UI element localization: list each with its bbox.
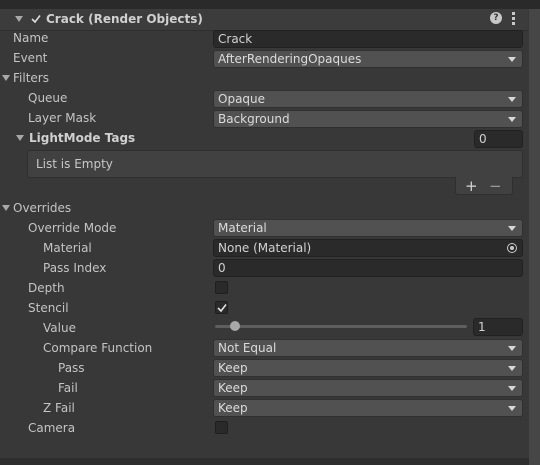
filters-label[interactable]: Filters — [13, 70, 49, 86]
fail-label: Fail — [58, 381, 78, 395]
kebab-menu-icon[interactable] — [512, 12, 515, 25]
lightmode-foldout-icon[interactable] — [16, 135, 24, 141]
override-mode-dropdown[interactable]: Material — [213, 219, 523, 237]
depth-checkbox[interactable] — [215, 281, 228, 294]
pass-label: Pass — [58, 361, 85, 375]
value-slider-thumb[interactable] — [230, 321, 241, 331]
queue-value: Opaque — [218, 92, 266, 106]
queue-label: Queue — [28, 91, 68, 105]
compare-function-value: Not Equal — [218, 341, 277, 355]
zfail-value: Keep — [218, 401, 248, 415]
checkmark-icon — [217, 304, 227, 313]
dropdown-arrow-icon — [508, 97, 516, 102]
value-field[interactable]: 1 — [473, 318, 523, 336]
override-mode-label: Override Mode — [28, 221, 117, 235]
dropdown-arrow-icon — [508, 366, 516, 371]
stencil-label: Stencil — [28, 301, 69, 315]
pass-dropdown[interactable]: Keep — [213, 359, 523, 377]
component-title: Crack (Render Objects) — [46, 12, 203, 26]
minus-icon[interactable]: − — [489, 178, 502, 194]
fail-value: Keep — [218, 381, 248, 395]
material-value: None (Material) — [218, 241, 312, 255]
dropdown-arrow-icon — [508, 346, 516, 351]
scrollbar-track[interactable] — [529, 9, 540, 465]
dropdown-arrow-icon — [508, 57, 516, 62]
value-slider-track[interactable] — [215, 325, 467, 328]
override-mode-value: Material — [218, 221, 267, 235]
camera-label: Camera — [28, 421, 76, 435]
event-label: Event — [13, 51, 48, 65]
zfail-dropdown[interactable]: Keep — [213, 399, 523, 417]
lightmode-count-field[interactable]: 0 — [474, 130, 523, 148]
material-label: Material — [43, 241, 92, 255]
layer-mask-dropdown[interactable]: Background — [213, 110, 523, 128]
fail-dropdown[interactable]: Keep — [213, 379, 523, 397]
name-label: Name — [13, 31, 49, 45]
layer-mask-value: Background — [218, 112, 290, 126]
pass-index-label: Pass Index — [43, 261, 107, 275]
overrides-foldout-icon[interactable] — [2, 205, 10, 211]
bottom-divider — [0, 458, 529, 465]
filters-foldout-icon[interactable] — [2, 75, 10, 81]
compare-function-dropdown[interactable]: Not Equal — [213, 339, 523, 357]
pass-value: Keep — [218, 361, 248, 375]
depth-label: Depth — [28, 281, 65, 295]
layer-mask-label: Layer Mask — [28, 111, 97, 125]
camera-checkbox[interactable] — [215, 421, 228, 434]
pass-index-field[interactable]: 0 — [213, 259, 523, 277]
stencil-checkbox[interactable] — [215, 301, 228, 314]
value-label: Value — [43, 321, 76, 335]
object-picker-icon[interactable] — [507, 243, 517, 253]
name-field[interactable]: Crack — [213, 30, 523, 48]
list-footer — [455, 177, 513, 195]
top-border — [0, 0, 540, 9]
event-value: AfterRenderingOpaques — [218, 52, 362, 66]
checkmark-icon — [31, 15, 41, 24]
dropdown-arrow-icon — [508, 117, 516, 122]
help-icon[interactable]: ? — [490, 12, 502, 24]
list-empty-text: List is Empty — [36, 157, 113, 171]
material-field[interactable]: None (Material) — [213, 239, 523, 257]
foldout-down-icon[interactable] — [15, 16, 23, 22]
dropdown-arrow-icon — [508, 386, 516, 391]
zfail-label: Z Fail — [43, 401, 75, 415]
overrides-label[interactable]: Overrides — [13, 200, 71, 216]
plus-icon[interactable]: + — [465, 178, 478, 194]
enabled-checkbox[interactable] — [29, 12, 42, 25]
lightmode-tags-label[interactable]: LightMode Tags — [29, 130, 135, 146]
event-dropdown[interactable]: AfterRenderingOpaques — [213, 50, 523, 68]
dropdown-arrow-icon — [508, 226, 516, 231]
queue-dropdown[interactable]: Opaque — [213, 90, 523, 108]
dropdown-arrow-icon — [508, 406, 516, 411]
compare-function-label: Compare Function — [43, 341, 153, 355]
